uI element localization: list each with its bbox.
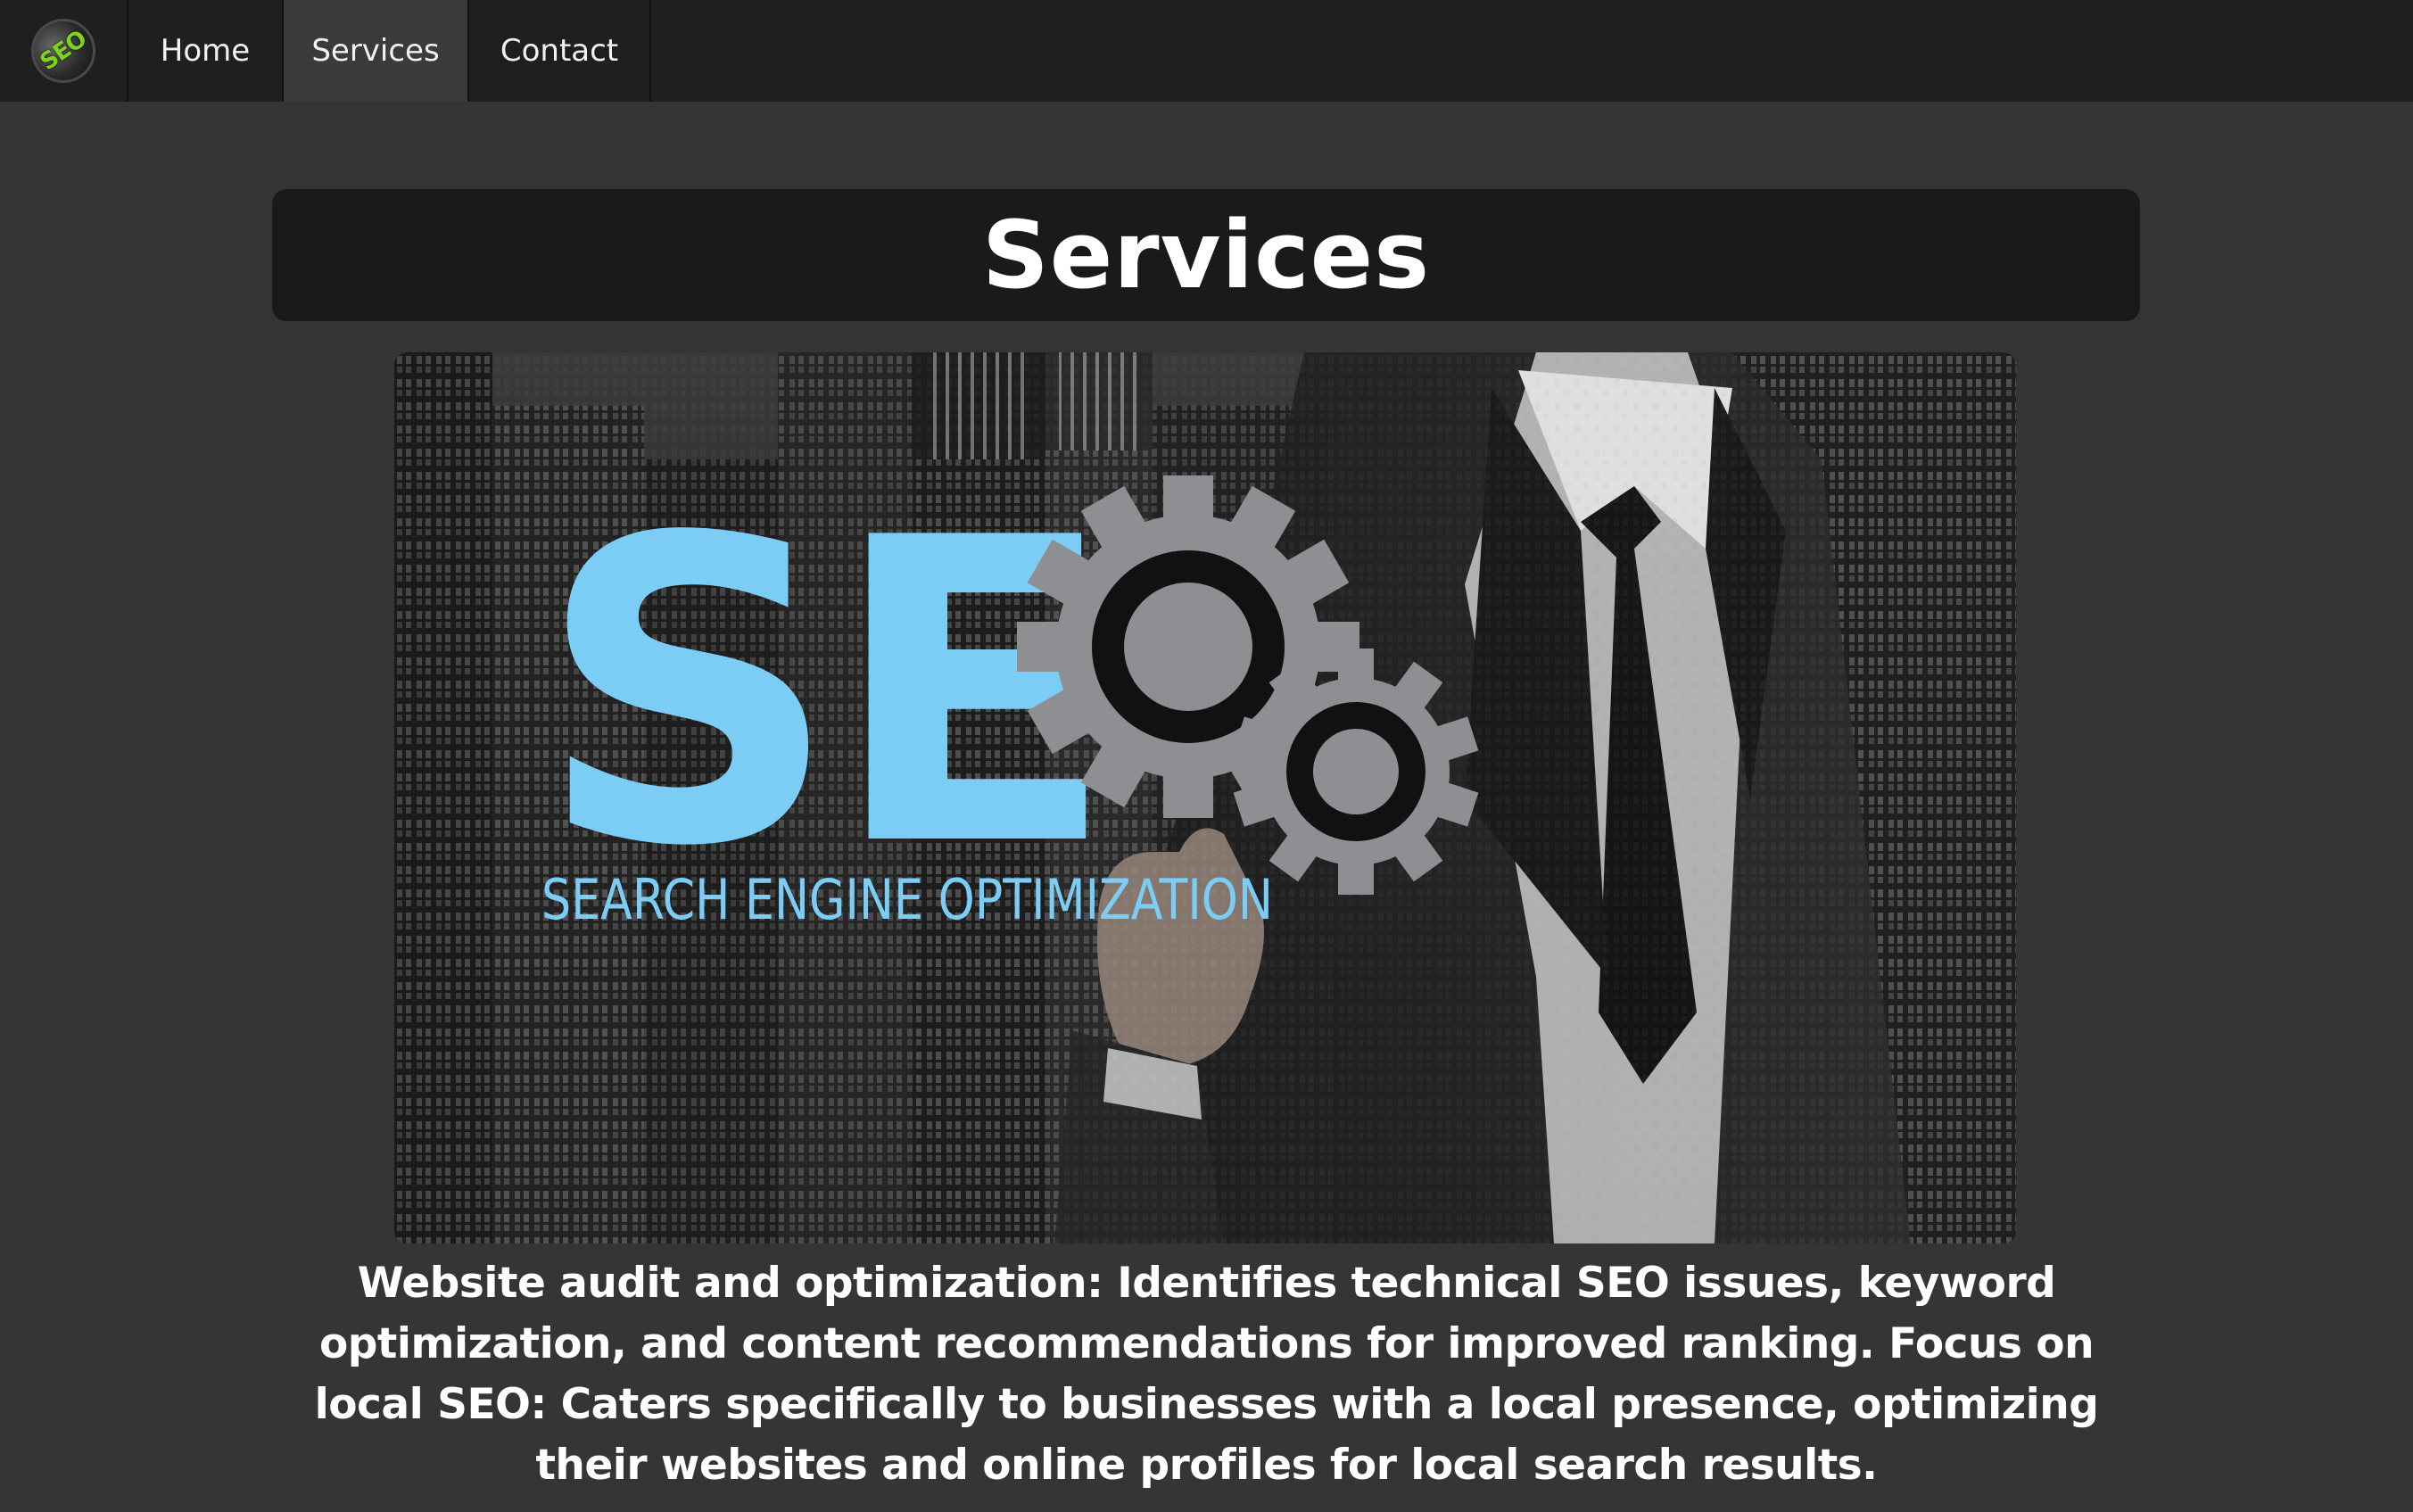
seo-logo-icon: SEO [18, 5, 109, 96]
logo-link[interactable]: SEO [0, 0, 128, 102]
logo-text: SEO [35, 25, 92, 77]
nav-item-contact[interactable]: Contact [469, 0, 651, 102]
hero-big-letters: SE [537, 450, 1108, 938]
hero-illustration: SE SEARCH ENGINE OPTIMIZATION [394, 352, 2016, 1243]
seo-hero-image: SE SEARCH ENGINE OPTIMIZATION [394, 352, 2016, 1243]
page-title: Services [981, 201, 1431, 310]
nav-item-home[interactable]: Home [128, 0, 284, 102]
page-title-bar: Services [272, 189, 2140, 321]
service-description: Website audit and optimization: Identifi… [314, 1259, 2099, 1490]
top-navbar: SEO Home Services Contact [0, 0, 2413, 102]
nav-item-services[interactable]: Services [284, 0, 469, 102]
hero-subtitle: SEARCH ENGINE OPTIMIZATION [541, 867, 1273, 932]
